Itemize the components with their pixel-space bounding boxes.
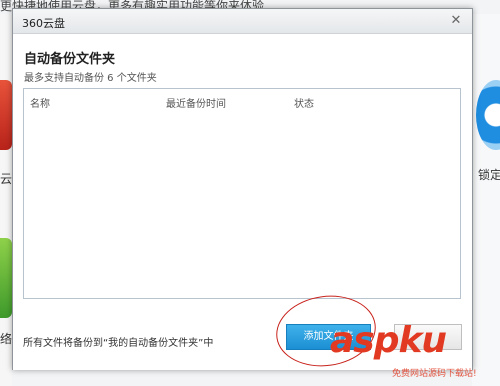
- column-header-name[interactable]: 名称: [30, 95, 50, 110]
- background-tile-label: 云: [0, 172, 12, 186]
- dialog-title: 360云盘: [22, 17, 65, 30]
- column-header-last-backup[interactable]: 最近备份时间: [166, 95, 226, 110]
- watermark-subtitle: 免费网站源码下载站!: [392, 369, 477, 379]
- backup-destination-note: 所有文件将备份到“我的自动备份文件夹”中: [23, 338, 214, 349]
- dialog-subheading: 最多支持自动备份 6 个文件夹: [24, 73, 157, 84]
- dialog-heading: 自动备份文件夹: [24, 52, 116, 67]
- background-app-tile: [0, 80, 12, 150]
- watermark-logo: aspku: [330, 320, 447, 361]
- list-header: 名称 最近备份时间 状态: [24, 89, 460, 113]
- background-tile-label: 络: [0, 332, 12, 346]
- dialog-titlebar: 360云盘 ✕: [13, 9, 472, 34]
- column-header-status[interactable]: 状态: [294, 95, 314, 110]
- watermark: aspku 免费网站源码下载站!: [330, 322, 500, 382]
- background-app-tile: [0, 238, 12, 318]
- close-icon[interactable]: ✕: [449, 14, 463, 28]
- background-lock-label: 锁定: [478, 168, 500, 182]
- auto-backup-dialog: 360云盘 ✕ 自动备份文件夹 最多支持自动备份 6 个文件夹 名称 最近备份时…: [12, 8, 473, 370]
- backup-folder-list[interactable]: 名称 最近备份时间 状态: [23, 88, 461, 299]
